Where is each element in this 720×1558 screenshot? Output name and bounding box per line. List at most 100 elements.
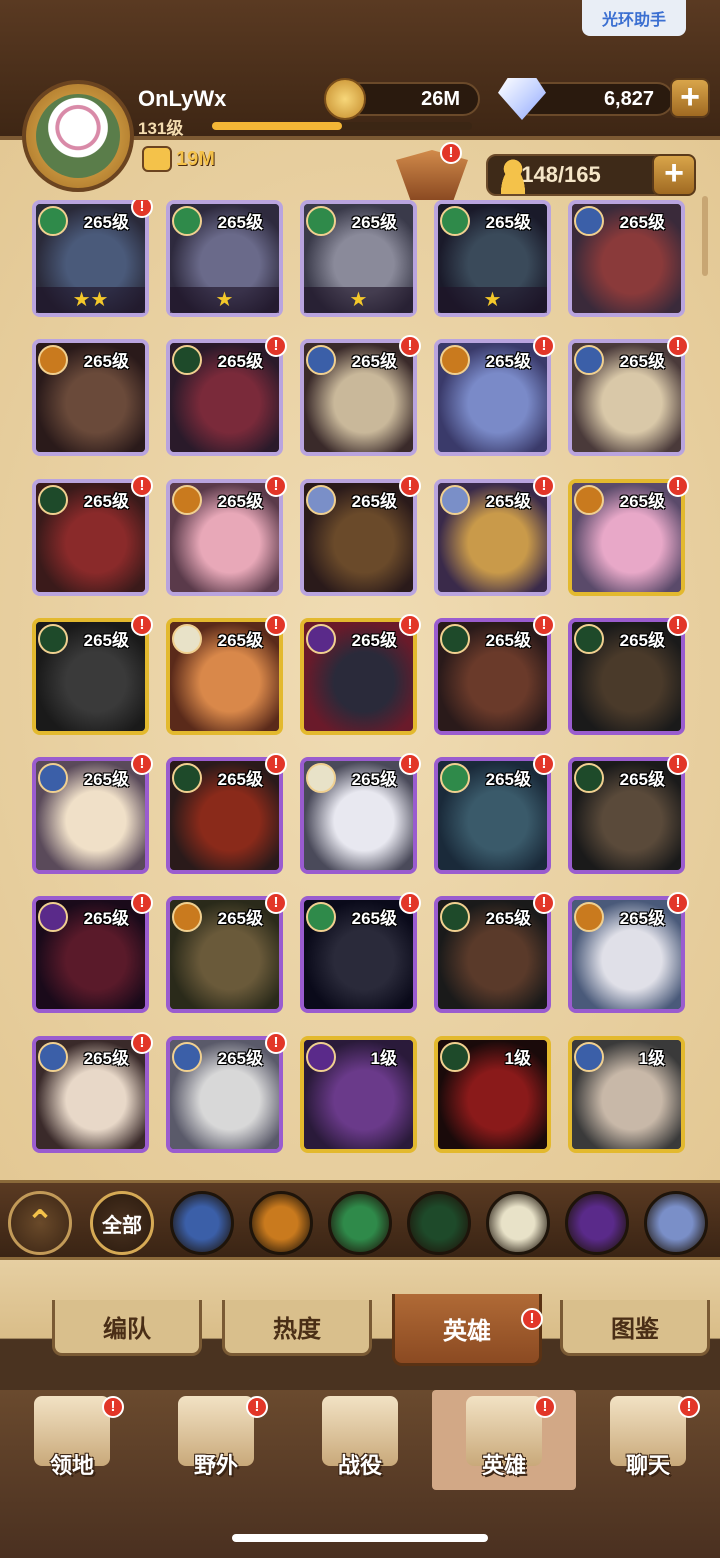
hero-level: 265级 — [83, 491, 129, 511]
filter-celestial-button[interactable] — [486, 1191, 550, 1255]
hero-card[interactable]: 265级! — [166, 1031, 287, 1153]
player-level: 131级 — [138, 119, 184, 138]
filter-all-button[interactable]: 全部 — [90, 1191, 154, 1255]
combat-power: 19M — [142, 146, 215, 172]
nav-item-0[interactable]: 领地! — [0, 1390, 144, 1490]
hero-card[interactable]: 265级! — [166, 335, 287, 457]
hero-card[interactable]: 265级! — [300, 613, 421, 735]
avatar — [36, 94, 120, 178]
hero-card[interactable]: 265级! — [434, 892, 555, 1014]
subtab-1[interactable]: 热度 — [222, 1300, 372, 1356]
nav-label: 聊天 — [625, 1453, 670, 1478]
add-gems-button[interactable]: + — [670, 78, 710, 118]
hero-level: 265级 — [619, 909, 665, 929]
hero-card[interactable]: 265级! — [434, 753, 555, 875]
hero-card[interactable]: 265级! — [32, 1031, 153, 1153]
nav-alert-badge: ! — [534, 1396, 556, 1418]
hero-card[interactable]: 265级! — [300, 474, 421, 596]
hero-card[interactable]: 265级! — [300, 892, 421, 1014]
hero-level: 265级 — [217, 770, 263, 790]
nav-label: 野外 — [193, 1453, 238, 1478]
hero-stars: ★ — [304, 287, 413, 313]
hero-card[interactable]: 265级! — [32, 753, 153, 875]
hero-card[interactable]: 265级! — [434, 474, 555, 596]
lightbearer-faction-icon — [172, 1041, 202, 1072]
hero-card[interactable]: 1级 — [568, 1035, 685, 1153]
hero-stars: ★ — [170, 287, 279, 313]
nav-item-2[interactable]: 战役 — [288, 1390, 432, 1490]
hero-level: 265级 — [619, 213, 665, 232]
hero-alert-badge: ! — [399, 474, 421, 497]
subtab-alert-badge: ! — [521, 1308, 543, 1330]
fist-icon — [142, 146, 172, 172]
hero-card[interactable]: 265级! — [32, 474, 153, 596]
subtab-0[interactable]: 编队 — [52, 1300, 202, 1356]
hero-card[interactable]: 265级! — [568, 753, 689, 875]
filter-maulers-button[interactable] — [249, 1191, 313, 1255]
hero-card[interactable]: 265级! — [32, 892, 153, 1014]
hero-card[interactable]: 265级 ★ — [434, 200, 551, 317]
hero-level: 265级 — [619, 491, 665, 511]
hero-card[interactable]: 265级! — [166, 753, 287, 875]
nav-item-1[interactable]: 野外! — [144, 1390, 288, 1490]
nav-item-4[interactable]: 聊天! — [576, 1390, 720, 1490]
scrollbar[interactable] — [702, 196, 708, 276]
hero-stars: ★ — [438, 287, 547, 313]
hero-card[interactable]: 265级! — [300, 753, 421, 875]
hero-card[interactable]: 265级 — [568, 200, 685, 317]
subtab-2[interactable]: 英雄! — [392, 1294, 543, 1366]
hero-card[interactable]: 265级! — [568, 474, 689, 596]
hero-card[interactable]: 265级! — [568, 892, 689, 1014]
filter-wilder-button[interactable] — [328, 1191, 392, 1255]
wilder-faction-icon — [38, 206, 68, 236]
hero-alert-badge: ! — [265, 335, 287, 358]
hero-card[interactable]: 1级 — [300, 1035, 417, 1153]
hero-card[interactable]: 265级! — [568, 335, 689, 457]
subtab-3[interactable]: 图鉴 — [560, 1300, 710, 1356]
hero-level: 265级 — [83, 1048, 129, 1068]
filter-lightbearer-button[interactable] — [170, 1191, 234, 1255]
hero-card[interactable]: 265级! — [300, 335, 421, 457]
hero-card[interactable]: 265级! — [166, 892, 287, 1014]
graveborn-faction-icon — [38, 623, 68, 654]
filter-hypogean-button[interactable] — [565, 1191, 629, 1255]
home-indicator[interactable] — [232, 1534, 488, 1542]
hero-alert-badge: ! — [667, 474, 689, 497]
hero-alert-badge: ! — [667, 892, 689, 915]
hero-level: 265级 — [485, 352, 531, 372]
hero-card[interactable]: 1级 — [434, 1035, 551, 1153]
hero-card[interactable]: 265级! — [434, 335, 555, 457]
hero-level: 265级 — [619, 352, 665, 372]
hero-card[interactable]: 265级 ★★! — [32, 200, 153, 317]
hero-level: 1级 — [370, 1048, 397, 1068]
hero-level: 265级 — [351, 630, 397, 650]
hero-subtabs: 编队 热度 英雄! 图鉴 — [0, 1260, 720, 1390]
graveborn-faction-icon — [38, 484, 68, 515]
hero-card[interactable]: 265级 ★ — [166, 200, 283, 317]
hero-card[interactable]: 265级! — [32, 613, 153, 735]
chevron-up-icon: ⌃ — [25, 1204, 55, 1242]
lightbearer-faction-icon — [574, 1041, 604, 1072]
hero-card[interactable]: 265级! — [166, 474, 287, 596]
nav-item-3[interactable]: 英雄! — [432, 1390, 576, 1490]
hero-level: 265级 — [217, 630, 263, 650]
graveborn-faction-icon — [574, 623, 604, 654]
hero-level: 265级 — [485, 213, 531, 232]
hero-level: 265级 — [83, 352, 129, 372]
assistant-button[interactable]: 光环助手 — [582, 0, 686, 36]
collapse-filter-button[interactable]: ⌃ — [8, 1191, 72, 1255]
hero-card[interactable]: 265级! — [166, 613, 287, 735]
hero-card[interactable]: 265级 ★ — [300, 200, 417, 317]
expand-roster-button[interactable]: + — [652, 154, 696, 196]
lightbearer-faction-icon — [38, 1041, 68, 1072]
nav-alert-badge: ! — [246, 1396, 268, 1418]
hero-card[interactable]: 265级! — [568, 613, 689, 735]
hero-card[interactable]: 265级! — [434, 613, 555, 735]
player-avatar-frame[interactable] — [22, 80, 134, 192]
hero-card[interactable]: 265级 — [32, 339, 149, 457]
celestial-faction-icon — [306, 763, 336, 794]
gold-coin-icon — [324, 78, 366, 120]
filter-graveborn-button[interactable] — [407, 1191, 471, 1255]
filter-dimensional-button[interactable] — [644, 1191, 708, 1255]
hero-level: 265级 — [485, 770, 531, 790]
